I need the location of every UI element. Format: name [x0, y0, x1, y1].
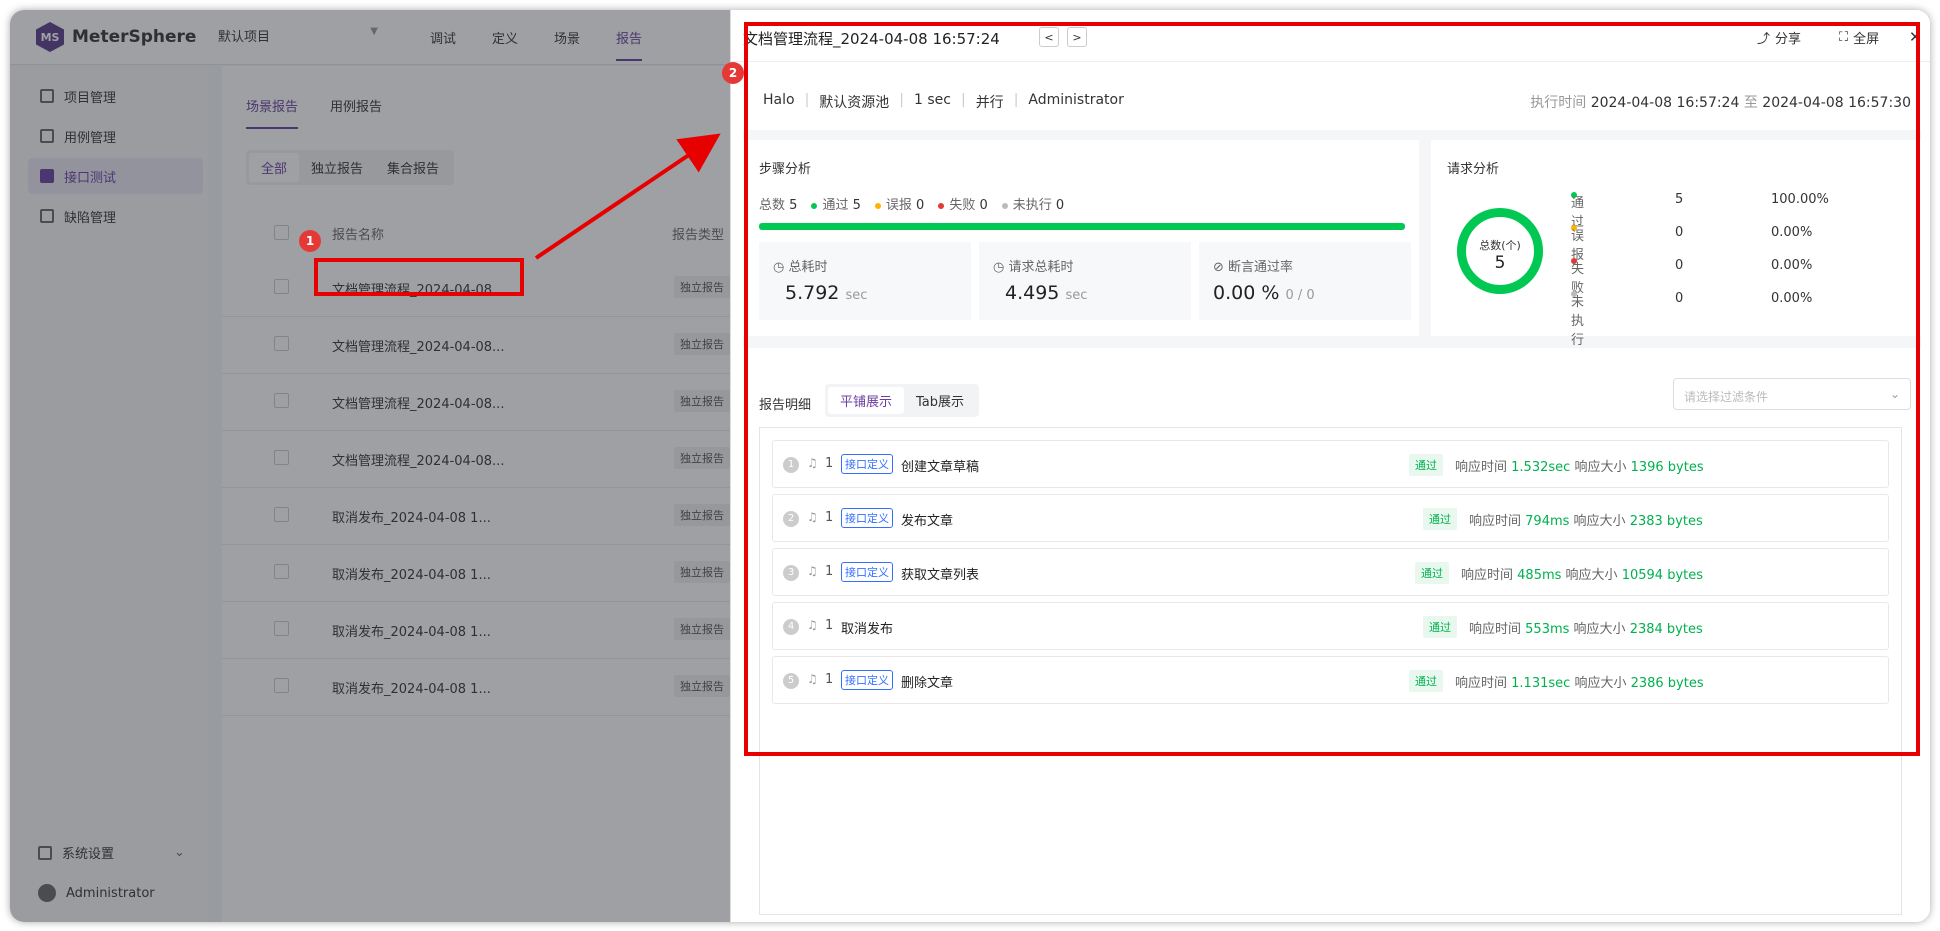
window-frame: MS MeterSphere 默认项目 ▼ 调试 定义 场景 报告 项目管理 用… — [10, 10, 1930, 922]
annotation-arrow — [534, 133, 721, 260]
